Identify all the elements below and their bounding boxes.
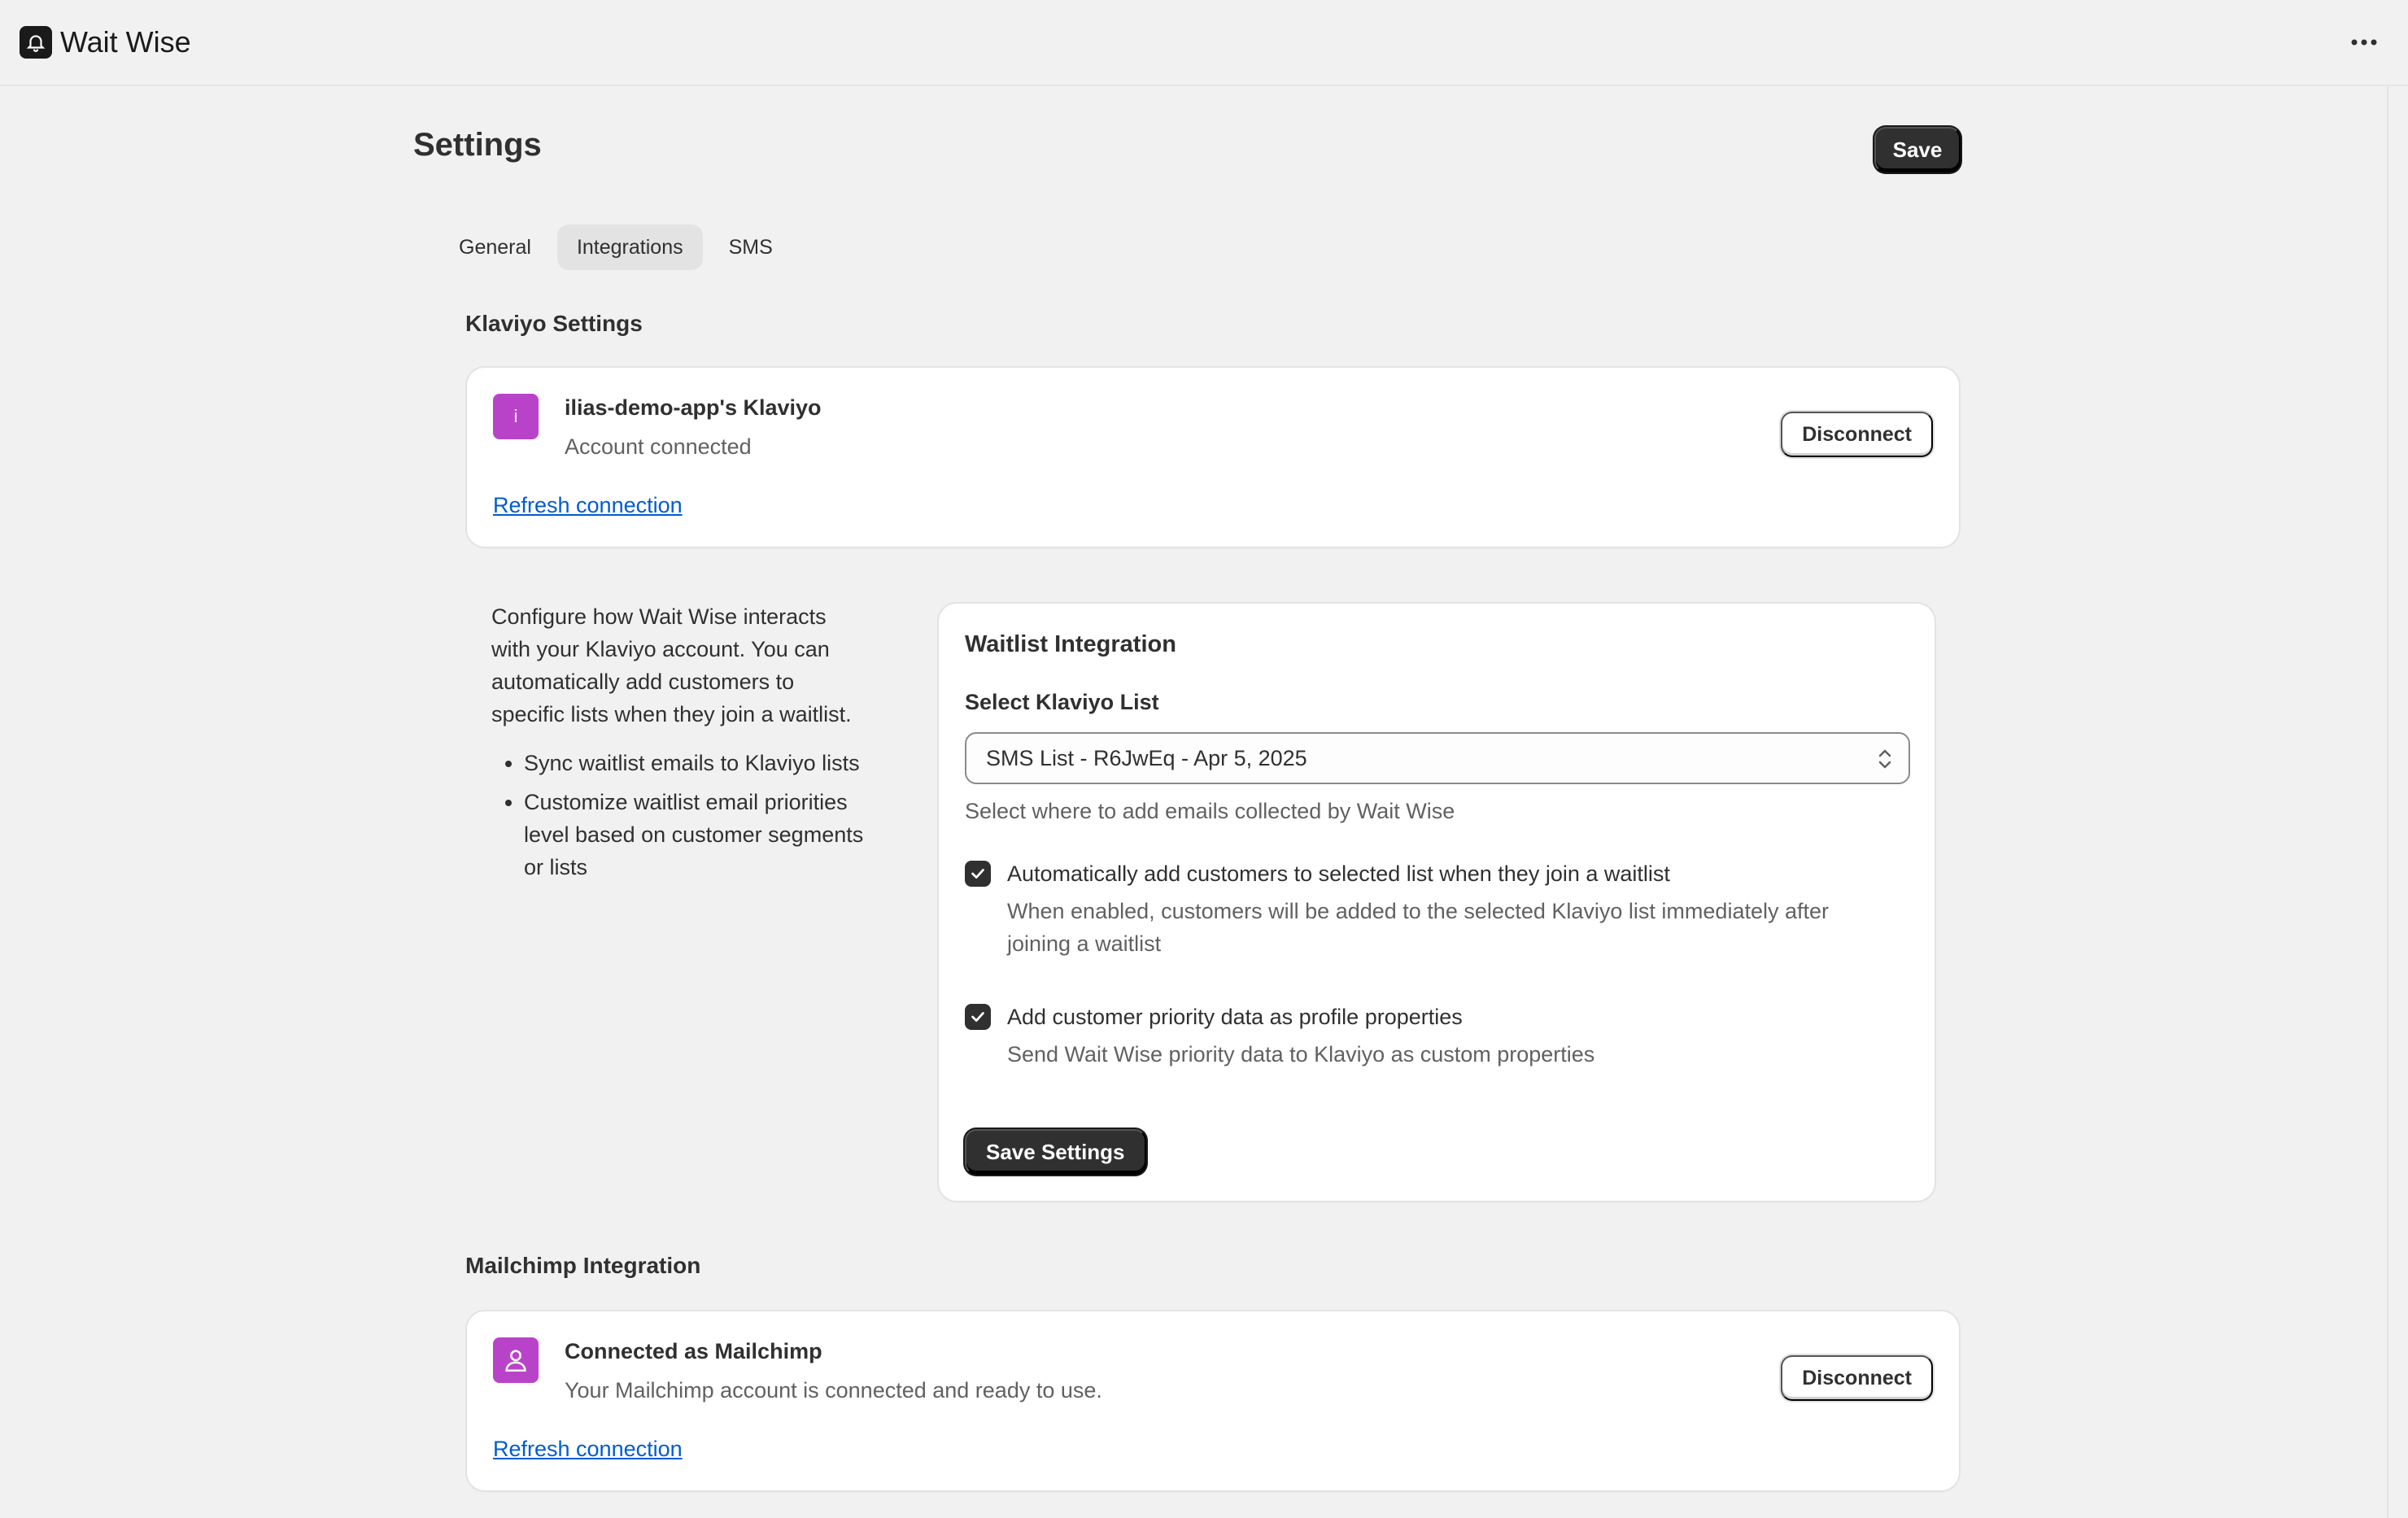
app-title: Wait Wise xyxy=(20,25,191,59)
priority-option: Add customer priority data as profile pr… xyxy=(965,1002,1869,1071)
feature-item: Sync waitlist emails to Klaviyo lists xyxy=(524,747,866,779)
mailchimp-account-card: Connected as Mailchimp Your Mailchimp ac… xyxy=(467,1311,1959,1490)
auto-add-label[interactable]: Automatically add customers to selected … xyxy=(1007,859,1869,888)
priority-checkbox[interactable] xyxy=(965,1004,991,1030)
mailchimp-refresh-link[interactable]: Refresh connection xyxy=(493,1437,683,1462)
selected-list-value: SMS List - R6JwEq - Apr 5, 2025 xyxy=(986,745,1307,770)
feature-list: Sync waitlist emails to Klaviyo lists Cu… xyxy=(491,747,866,883)
tab-general[interactable]: General xyxy=(439,225,551,270)
waitlist-integration-title: Waitlist Integration xyxy=(965,631,1176,657)
scrollbar-track[interactable] xyxy=(2387,86,2408,1518)
mailchimp-account-status: Your Mailchimp account is connected and … xyxy=(565,1378,1102,1402)
avatar: i xyxy=(493,394,539,439)
select-help-text: Select where to add emails collected by … xyxy=(965,799,1455,823)
waitlist-integration-card: Waitlist Integration Select Klaviyo List… xyxy=(939,604,1935,1201)
tab-sms[interactable]: SMS xyxy=(709,225,792,270)
auto-add-option: Automatically add customers to selected … xyxy=(965,859,1869,960)
klaviyo-account-card: i ilias-demo-app's Klaviyo Account conne… xyxy=(467,368,1959,547)
mailchimp-disconnect-button[interactable]: Disconnect xyxy=(1781,1355,1933,1401)
auto-add-help: When enabled, customers will be added to… xyxy=(1007,899,1830,956)
select-chevron-icon xyxy=(1876,747,1894,777)
mailchimp-section-title: Mailchimp Integration xyxy=(465,1253,701,1278)
klaviyo-section-title: Klaviyo Settings xyxy=(465,311,643,336)
description-text: Configure how Wait Wise interacts with y… xyxy=(491,604,852,726)
klaviyo-refresh-link[interactable]: Refresh connection xyxy=(493,493,683,518)
user-icon xyxy=(493,1337,539,1383)
tab-integrations[interactable]: Integrations xyxy=(556,225,703,270)
klaviyo-disconnect-button[interactable]: Disconnect xyxy=(1781,412,1933,457)
more-horizontal-icon[interactable] xyxy=(2340,18,2388,67)
bell-icon xyxy=(20,26,52,59)
priority-help: Send Wait Wise priority data to Klaviyo … xyxy=(1007,1042,1595,1067)
page-title: Settings xyxy=(413,127,542,163)
integration-description: Configure how Wait Wise interacts with y… xyxy=(491,600,866,890)
app-name: Wait Wise xyxy=(60,25,191,59)
checkmark-icon xyxy=(971,869,984,879)
checkmark-icon xyxy=(971,1012,984,1022)
priority-label[interactable]: Add customer priority data as profile pr… xyxy=(1007,1002,1869,1032)
klaviyo-account-status: Account connected xyxy=(565,434,752,459)
settings-tabs: General Integrations SMS xyxy=(439,225,792,270)
save-settings-button[interactable]: Save Settings xyxy=(965,1129,1146,1175)
top-bar: Wait Wise xyxy=(0,0,2408,86)
select-klaviyo-list-label: Select Klaviyo List xyxy=(965,690,1159,714)
save-button[interactable]: Save xyxy=(1874,127,1961,172)
mailchimp-account-name: Connected as Mailchimp xyxy=(565,1339,822,1363)
auto-add-checkbox[interactable] xyxy=(965,861,991,887)
klaviyo-list-select[interactable]: SMS List - R6JwEq - Apr 5, 2025 xyxy=(965,732,1910,784)
feature-item: Customize waitlist email priorities leve… xyxy=(524,786,866,883)
klaviyo-account-name: ilias-demo-app's Klaviyo xyxy=(565,395,822,420)
